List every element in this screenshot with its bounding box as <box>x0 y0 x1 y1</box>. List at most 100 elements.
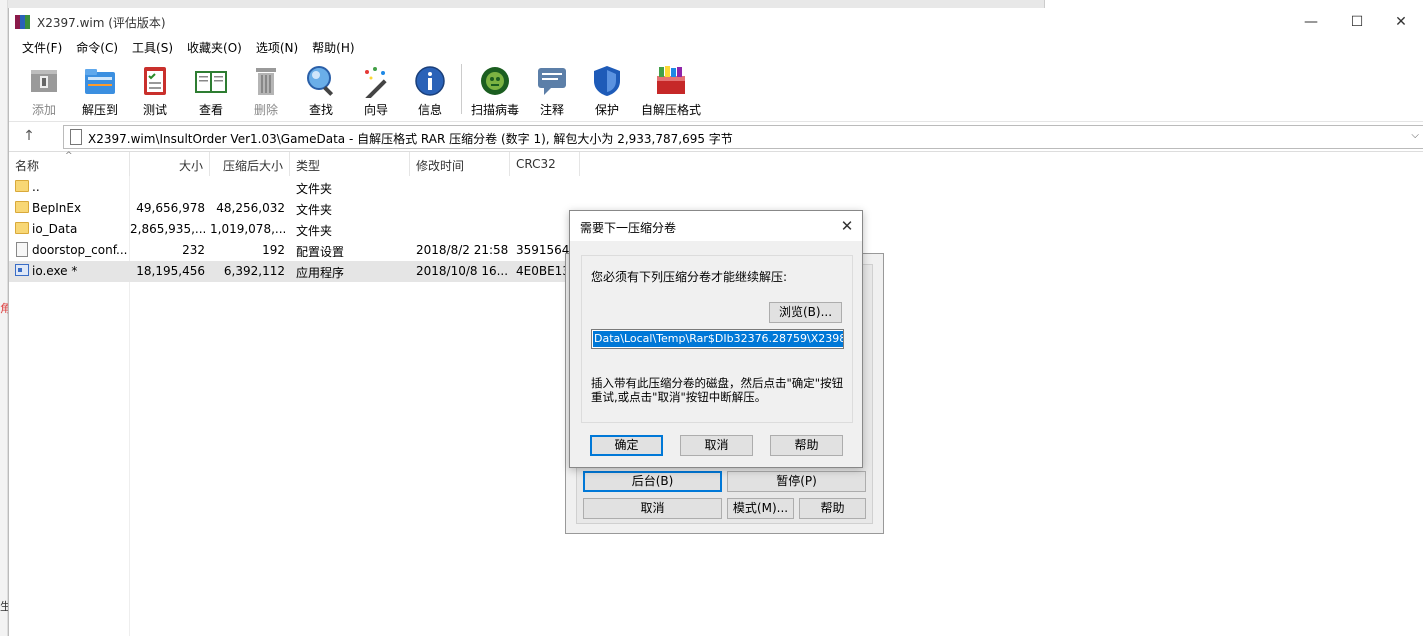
column-crc[interactable]: CRC32 <box>510 152 580 176</box>
menu-file[interactable]: 文件(F) <box>15 39 69 56</box>
archive-document-icon <box>70 129 82 145</box>
column-size[interactable]: 大小 <box>130 152 210 176</box>
menu-tools[interactable]: 工具(S) <box>125 39 180 56</box>
column-packed[interactable]: 压缩后大小 <box>210 152 290 176</box>
progress-cancel-button[interactable]: 取消 <box>583 498 722 519</box>
column-type[interactable]: 类型 <box>290 152 410 176</box>
magnifier-icon <box>307 66 334 96</box>
test-button[interactable]: 测试 <box>128 62 182 118</box>
find-label: 查找 <box>308 103 333 117</box>
protect-button[interactable]: 保护 <box>580 62 634 118</box>
info-button[interactable]: 信息 <box>403 62 457 118</box>
comment-label: 注释 <box>539 103 564 117</box>
exe-file-icon <box>15 264 29 276</box>
item-type: 应用程序 <box>296 266 345 280</box>
shield-icon <box>594 66 620 96</box>
up-folder-button[interactable]: ↑ <box>19 128 39 146</box>
dialog-title: 需要下一压缩分卷 <box>580 221 677 235</box>
add-archive-icon <box>31 70 57 92</box>
find-button[interactable]: 查找 <box>294 62 348 118</box>
toolbar: 添加 解压到 测试 查看 删除 查找 向导 信息 扫描病毒 注释 保护 自解压格… <box>9 58 1423 122</box>
dialog-hint: 插入带有此压缩分卷的磁盘，然后点击"确定"按钮重试,或点击"取消"按钮中断解压。 <box>591 376 844 404</box>
minimize-button[interactable]: — <box>1288 8 1334 36</box>
pause-button[interactable]: 暂停(P) <box>727 471 866 492</box>
help-button[interactable]: 帮助 <box>770 435 843 456</box>
browse-button[interactable]: 浏览(B)... <box>769 302 842 323</box>
column-name[interactable]: 名称 ^ <box>9 151 130 176</box>
close-button[interactable]: ✕ <box>1378 8 1423 36</box>
menu-options[interactable]: 选项(N) <box>249 39 305 56</box>
item-packed: 48,256,032 <box>216 201 285 215</box>
path-field[interactable]: X2397.wim\InsultOrder Ver1.03\GameData -… <box>63 125 1423 149</box>
sfx-label: 自解压格式 <box>640 103 701 117</box>
extract-to-label: 解压到 <box>81 103 118 117</box>
info-icon <box>415 66 445 96</box>
chevron-down-icon[interactable]: ⌵ <box>1411 130 1419 141</box>
dialog-close-button[interactable]: ✕ <box>832 211 862 241</box>
item-name: doorstop_conf... <box>32 243 128 257</box>
delete-label: 删除 <box>253 103 278 117</box>
virus-scan-button[interactable]: 扫描病毒 <box>468 62 522 118</box>
winrar-app-icon <box>15 14 31 30</box>
list-item[interactable]: BepInEx 49,656,978 48,256,032 文件夹 <box>9 198 579 219</box>
sfx-box-icon <box>657 66 685 94</box>
menu-help[interactable]: 帮助(H) <box>305 39 361 56</box>
comment-button[interactable]: 注释 <box>525 62 579 118</box>
item-size: 232 <box>182 243 205 257</box>
progress-help-button[interactable]: 帮助 <box>799 498 866 519</box>
list-item[interactable]: .. 文件夹 <box>9 177 579 198</box>
mode-button[interactable]: 模式(M)... <box>727 498 794 519</box>
item-type: 文件夹 <box>296 203 333 217</box>
view-button[interactable]: 查看 <box>184 62 238 118</box>
folder-icon <box>15 180 29 192</box>
item-name: io.exe * <box>32 264 78 278</box>
wizard-wand-icon <box>365 67 387 98</box>
item-packed: 1,019,078,... <box>210 222 285 236</box>
extract-to-button[interactable]: 解压到 <box>73 62 127 118</box>
item-type: 配置设置 <box>296 245 345 259</box>
menu-favorites[interactable]: 收藏夹(O) <box>180 39 249 56</box>
config-file-icon <box>16 242 28 257</box>
next-volume-dialog: 需要下一压缩分卷 ✕ 您必须有下列压缩分卷才能继续解压: 浏览(B)... Da… <box>569 210 863 468</box>
cancel-button[interactable]: 取消 <box>680 435 753 456</box>
item-size: 2,865,935,... <box>130 222 205 236</box>
extract-folder-icon <box>85 69 115 94</box>
item-packed: 192 <box>262 243 285 257</box>
wizard-button[interactable]: 向导 <box>349 62 403 118</box>
list-item[interactable]: io_Data 2,865,935,... 1,019,078,... 文件夹 <box>9 219 579 240</box>
sfx-button[interactable]: 自解压格式 <box>636 62 706 118</box>
title-bar: X2397.wim (评估版本) — ☐ ✕ <box>9 8 1423 36</box>
view-book-icon <box>195 71 227 93</box>
item-name: .. <box>32 180 40 194</box>
dialog-body: 您必须有下列压缩分卷才能继续解压: 浏览(B)... Data\Local\Te… <box>570 241 862 467</box>
volume-path-input[interactable]: Data\Local\Temp\Rar$DIb32376.28759\X2398… <box>591 329 844 349</box>
ok-button[interactable]: 确定 <box>590 435 663 456</box>
background-left-edge: 角 生 <box>0 0 11 636</box>
add-button[interactable]: 添加 <box>17 62 71 118</box>
item-size: 18,195,456 <box>136 264 205 278</box>
item-size: 49,656,978 <box>136 201 205 215</box>
volume-path-text: Data\Local\Temp\Rar$DIb32376.28759\X2398… <box>593 331 843 347</box>
item-name: io_Data <box>32 222 78 236</box>
column-modified[interactable]: 修改时间 <box>410 152 510 176</box>
trash-icon <box>256 68 276 95</box>
menu-commands[interactable]: 命令(C) <box>69 39 125 56</box>
item-name: BepInEx <box>32 201 82 215</box>
background-button[interactable]: 后台(B) <box>583 471 722 492</box>
sort-ascending-icon: ^ <box>65 151 73 161</box>
maximize-button[interactable]: ☐ <box>1334 8 1380 36</box>
item-type: 文件夹 <box>296 224 333 238</box>
view-label: 查看 <box>198 103 223 117</box>
wizard-label: 向导 <box>363 103 388 117</box>
path-text: X2397.wim\InsultOrder Ver1.03\GameData -… <box>88 132 733 146</box>
item-modified: 2018/8/2 21:58 <box>416 243 508 257</box>
delete-button[interactable]: 删除 <box>239 62 293 118</box>
virus-scan-label: 扫描病毒 <box>470 103 519 117</box>
dialog-message: 您必须有下列压缩分卷才能继续解压: <box>591 270 788 284</box>
list-item-selected[interactable]: io.exe * 18,195,456 6,392,112 应用程序 2018/… <box>9 261 579 282</box>
test-checklist-icon <box>144 67 166 95</box>
item-modified: 2018/10/8 16... <box>416 264 508 278</box>
virus-scan-icon <box>481 67 509 95</box>
menu-bar: 文件(F) 命令(C) 工具(S) 收藏夹(O) 选项(N) 帮助(H) <box>9 36 1423 58</box>
list-item[interactable]: doorstop_conf... 232 192 配置设置 2018/8/2 2… <box>9 240 579 261</box>
